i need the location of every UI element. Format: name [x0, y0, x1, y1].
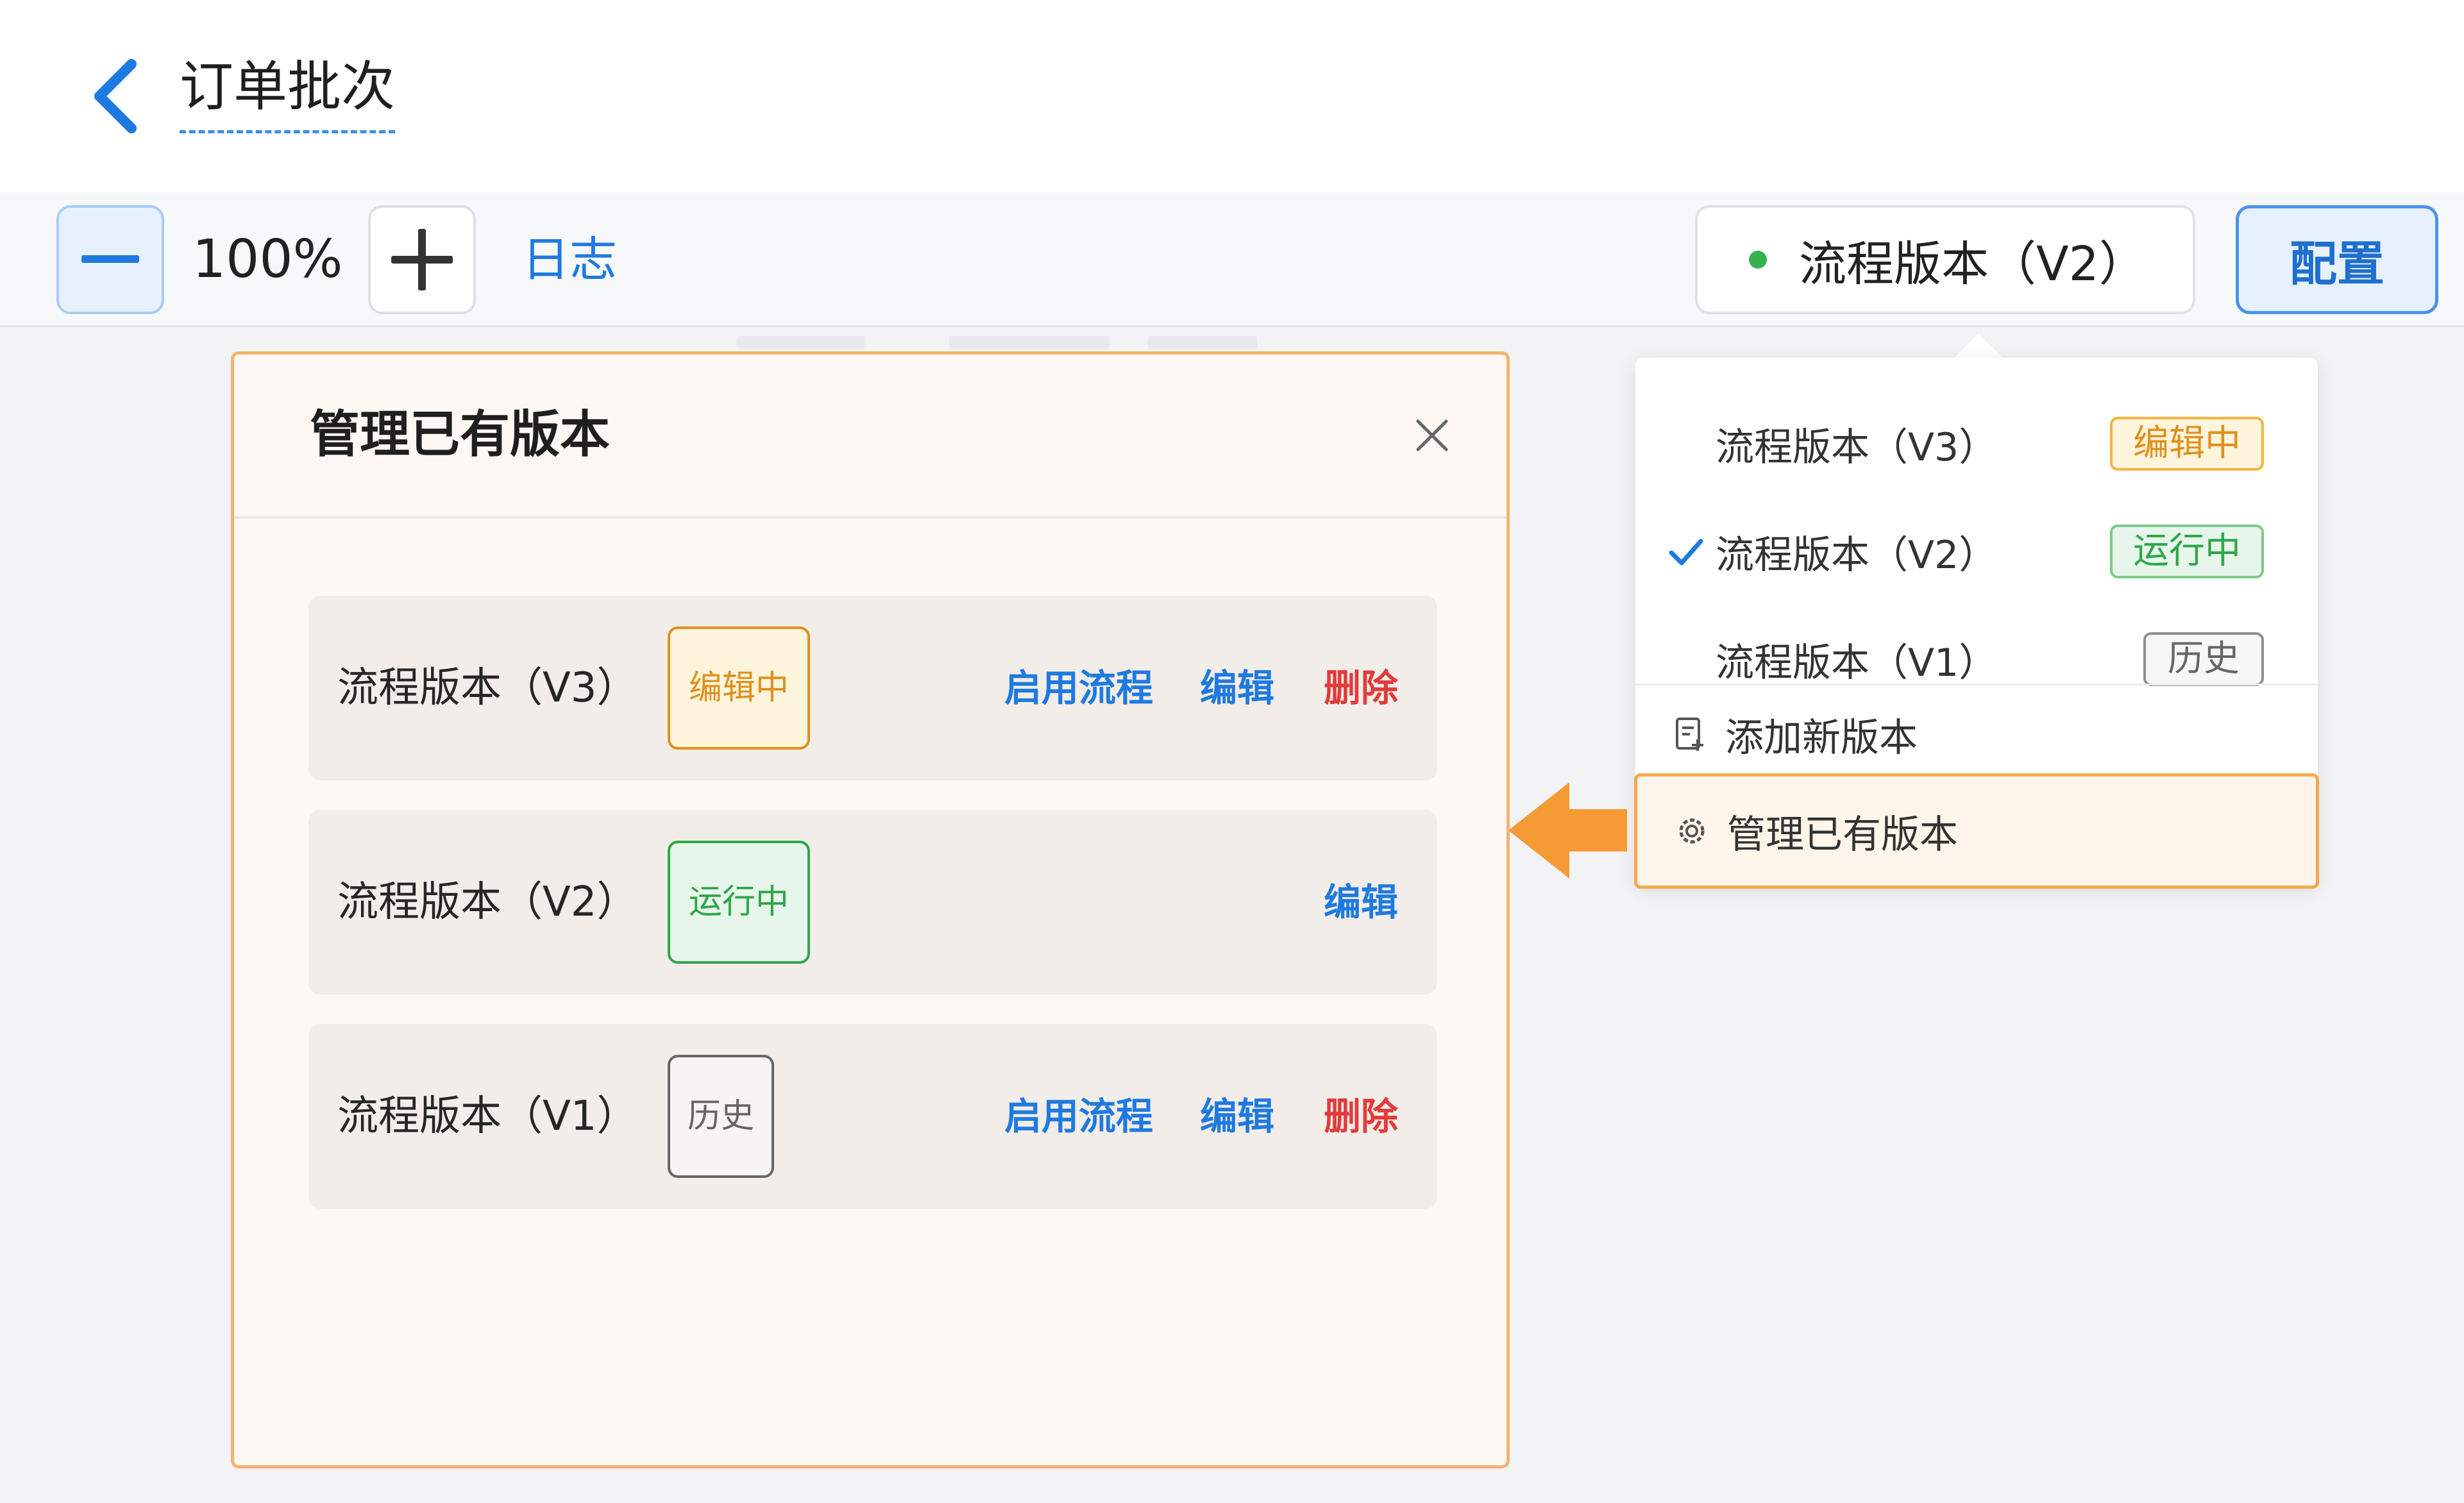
- close-icon[interactable]: [1413, 416, 1451, 455]
- dropdown-divider: [1635, 684, 2318, 685]
- chevron-left-icon: [94, 59, 137, 133]
- edit-button[interactable]: 编辑: [1200, 596, 1274, 780]
- add-version-label: 添加新版本: [1725, 715, 1918, 760]
- dropdown-item-v2[interactable]: 流程版本（V2） 运行中: [1635, 498, 2318, 605]
- status-badge-editing: 编辑中: [668, 626, 810, 750]
- canvas-placeholder: [736, 336, 865, 349]
- modal-divider: [234, 516, 1506, 519]
- manage-versions-modal: 管理已有版本 流程版本（V3） 编辑中 启用流程 编辑 删除 流程版本（V2） …: [231, 351, 1510, 1468]
- delete-button[interactable]: 删除: [1324, 596, 1398, 780]
- edit-button[interactable]: 编辑: [1200, 1024, 1274, 1209]
- version-name: 流程版本（V2）: [337, 878, 638, 926]
- modal-title: 管理已有版本: [310, 406, 611, 464]
- version-select-label: 流程版本（V2）: [1799, 236, 2147, 292]
- dropdown-item-v3[interactable]: 流程版本（V3） 编辑中: [1635, 390, 2318, 498]
- status-dot-icon: [1749, 251, 1767, 269]
- status-badge-running: 运行中: [2110, 525, 2264, 578]
- version-select[interactable]: 流程版本（V2）: [1695, 205, 2195, 314]
- status-badge-history: 历史: [668, 1055, 774, 1178]
- back-button[interactable]: [83, 55, 148, 138]
- version-row-v1: 流程版本（V1） 历史 启用流程 编辑 删除: [308, 1024, 1437, 1209]
- enable-flow-button[interactable]: 启用流程: [1004, 596, 1153, 780]
- manage-versions-label: 管理已有版本: [1727, 812, 1958, 857]
- add-document-icon: [1676, 718, 1703, 751]
- version-row-v3: 流程版本（V3） 编辑中 启用流程 编辑 删除: [308, 596, 1437, 780]
- canvas-placeholder: [949, 336, 1110, 349]
- arrow-left-icon: [1508, 782, 1627, 878]
- config-button[interactable]: 配置: [2236, 205, 2438, 314]
- status-badge-running: 运行中: [668, 841, 810, 964]
- edit-button[interactable]: 编辑: [1324, 810, 1398, 995]
- add-version-button[interactable]: 添加新版本: [1635, 693, 2318, 776]
- zoom-out-button[interactable]: [56, 205, 164, 314]
- page-header: 订单批次: [0, 0, 2464, 192]
- gear-icon: [1679, 818, 1705, 844]
- manage-versions-button[interactable]: 管理已有版本: [1634, 773, 2319, 889]
- plus-icon: [391, 229, 453, 290]
- check-icon: [1669, 539, 1703, 566]
- config-label: 配置: [2290, 236, 2384, 292]
- zoom-level: 100%: [192, 229, 343, 290]
- minus-icon: [81, 255, 139, 263]
- version-row-v2: 流程版本（V2） 运行中 编辑: [308, 810, 1437, 995]
- version-dropdown: 流程版本（V3） 编辑中 流程版本（V2） 运行中 流程版本（V1） 历史 添加…: [1634, 358, 2319, 889]
- dropdown-item-label: 流程版本（V2）: [1716, 532, 1998, 578]
- page-title: 订单批次: [180, 48, 396, 133]
- status-badge-editing: 编辑中: [2110, 417, 2264, 471]
- enable-flow-button[interactable]: 启用流程: [1004, 1024, 1153, 1209]
- zoom-in-button[interactable]: [368, 205, 476, 314]
- dropdown-item-label: 流程版本（V3）: [1716, 424, 1998, 470]
- toolbar: 100% 日志 流程版本（V2） 配置: [0, 192, 2464, 327]
- canvas-placeholder: [1148, 336, 1257, 349]
- dropdown-caret: [1953, 333, 2004, 359]
- version-name: 流程版本（V3）: [337, 664, 638, 712]
- version-name: 流程版本（V1）: [337, 1093, 638, 1140]
- delete-button[interactable]: 删除: [1324, 1024, 1398, 1209]
- status-badge-history: 历史: [2143, 632, 2264, 686]
- log-link[interactable]: 日志: [522, 205, 617, 314]
- dropdown-item-label: 流程版本（V1）: [1716, 640, 1998, 685]
